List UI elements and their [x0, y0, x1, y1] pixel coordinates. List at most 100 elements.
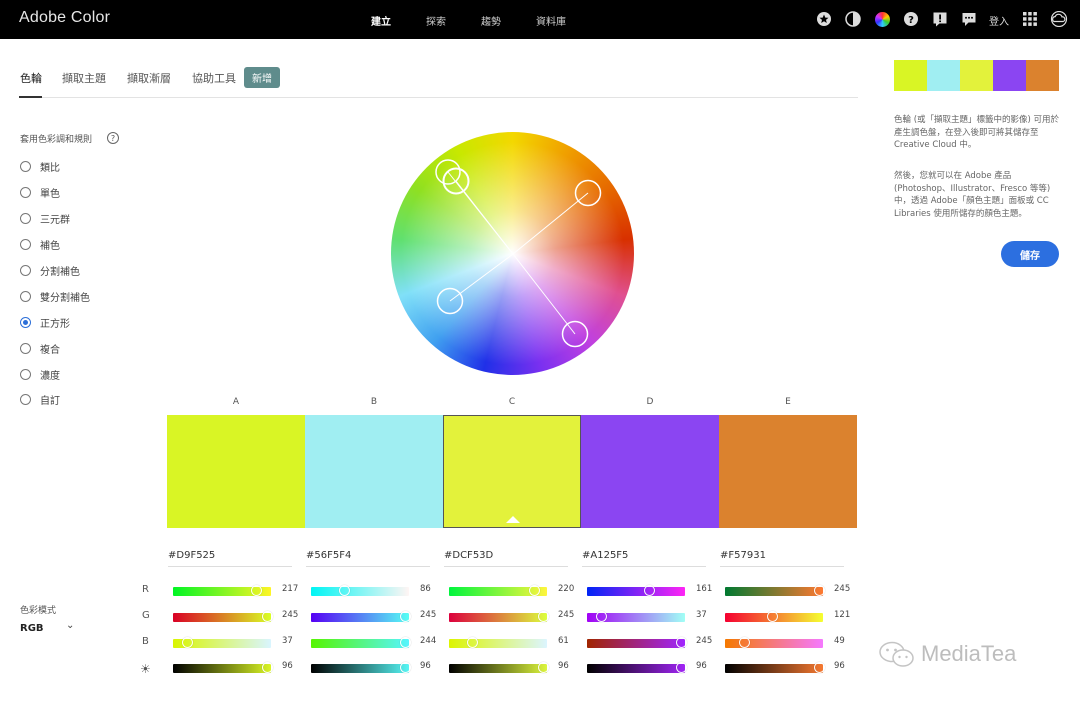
app-title[interactable]: Adobe Color — [19, 9, 110, 27]
slider-value-red-d[interactable]: 161 — [696, 584, 720, 594]
save-button[interactable]: 儲存 — [1001, 241, 1059, 267]
slider-value-brightness-c[interactable]: 96 — [558, 661, 582, 671]
slider-knob[interactable] — [339, 585, 351, 596]
chevron-down-icon[interactable]: ⌄ — [66, 620, 74, 631]
slider-value-red-e[interactable]: 245 — [834, 584, 858, 594]
rule-custom[interactable]: 自訂 — [20, 392, 60, 407]
slider-value-blue-c[interactable]: 61 — [558, 636, 582, 646]
rule-compound[interactable]: 複合 — [20, 341, 60, 356]
slider-red-d[interactable] — [587, 585, 685, 596]
signin-link[interactable]: 登入 — [989, 13, 1009, 28]
rule-square[interactable]: 正方形 — [20, 315, 70, 330]
swatch-a[interactable] — [167, 415, 305, 528]
hex-input-d[interactable]: #A125F5 — [582, 550, 706, 567]
rule-shades[interactable]: 濃度 — [20, 367, 60, 382]
slider-knob[interactable] — [538, 662, 550, 673]
star-icon[interactable] — [816, 11, 832, 27]
slider-green-c[interactable] — [449, 611, 550, 622]
slider-value-green-a[interactable]: 245 — [282, 610, 306, 620]
slider-knob[interactable] — [182, 637, 194, 648]
slider-value-red-b[interactable]: 86 — [420, 584, 444, 594]
slider-value-red-a[interactable]: 217 — [282, 584, 306, 594]
slider-knob[interactable] — [676, 637, 688, 648]
radio-icon[interactable] — [20, 290, 31, 302]
slider-value-brightness-e[interactable]: 96 — [834, 661, 858, 671]
slider-knob[interactable] — [814, 662, 826, 673]
nav-trends[interactable]: 趨勢 — [481, 13, 501, 28]
color-wheel-icon[interactable] — [874, 11, 890, 27]
slider-green-a[interactable] — [173, 611, 274, 622]
contrast-icon[interactable] — [845, 11, 861, 27]
slider-value-red-c[interactable]: 220 — [558, 584, 582, 594]
rule-double-split-complementary[interactable]: 雙分割補色 — [20, 289, 90, 304]
slider-knob[interactable] — [399, 637, 411, 648]
slider-value-blue-b[interactable]: 244 — [420, 636, 444, 646]
nav-library[interactable]: 資料庫 — [536, 13, 566, 28]
slider-red-e[interactable] — [725, 585, 826, 596]
hex-input-a[interactable]: #D9F525 — [168, 550, 292, 567]
slider-red-a[interactable] — [173, 585, 271, 596]
swatch-e[interactable] — [719, 415, 857, 528]
slider-knob[interactable] — [676, 662, 688, 673]
slider-brightness-a[interactable] — [173, 662, 274, 673]
slider-green-e[interactable] — [725, 611, 823, 622]
slider-knob[interactable] — [596, 611, 608, 622]
alert-icon[interactable] — [932, 11, 948, 27]
slider-knob[interactable] — [467, 637, 479, 648]
swatch-b[interactable] — [305, 415, 443, 528]
slider-green-b[interactable] — [311, 611, 412, 622]
rule-triad[interactable]: 三元群 — [20, 211, 70, 226]
slider-knob[interactable] — [738, 637, 750, 648]
tab-color-wheel[interactable]: 色輪 — [20, 70, 42, 86]
slider-value-brightness-d[interactable]: 96 — [696, 661, 720, 671]
slider-red-c[interactable] — [449, 585, 547, 596]
swatch-d[interactable] — [581, 415, 719, 528]
radio-icon[interactable] — [20, 238, 31, 250]
slider-brightness-b[interactable] — [311, 662, 412, 673]
slider-knob[interactable] — [262, 611, 274, 622]
slider-blue-c[interactable] — [449, 637, 547, 648]
slider-value-brightness-a[interactable]: 96 — [282, 661, 306, 671]
slider-knob[interactable] — [766, 611, 778, 622]
slider-value-blue-d[interactable]: 245 — [696, 636, 720, 646]
slider-value-green-d[interactable]: 37 — [696, 610, 720, 620]
slider-knob[interactable] — [262, 662, 274, 673]
slider-knob[interactable] — [251, 585, 263, 596]
slider-knob[interactable] — [400, 611, 412, 622]
rule-monochromatic[interactable]: 單色 — [20, 185, 60, 200]
radio-icon[interactable] — [20, 160, 31, 172]
slider-blue-a[interactable] — [173, 637, 271, 648]
radio-icon[interactable] — [20, 264, 31, 276]
radio-icon[interactable] — [20, 212, 31, 224]
help-circle-icon[interactable]: ? — [107, 132, 119, 144]
slider-knob[interactable] — [400, 662, 412, 673]
tab-accessibility-tools[interactable]: 協助工具 — [192, 70, 236, 86]
slider-knob[interactable] — [538, 611, 550, 622]
nav-create[interactable]: 建立 — [371, 13, 391, 28]
slider-value-blue-e[interactable]: 49 — [834, 636, 858, 646]
slider-brightness-c[interactable] — [449, 662, 550, 673]
slider-knob[interactable] — [814, 585, 826, 596]
slider-red-b[interactable] — [311, 585, 409, 596]
radio-icon[interactable] — [20, 368, 31, 380]
color-mode-select[interactable]: RGB — [20, 623, 44, 634]
slider-blue-d[interactable] — [587, 637, 688, 648]
radio-icon[interactable] — [20, 342, 31, 354]
slider-blue-e[interactable] — [725, 637, 823, 648]
radio-icon[interactable] — [20, 393, 31, 405]
apps-grid-icon[interactable] — [1022, 11, 1038, 27]
rule-analogous[interactable]: 類比 — [20, 159, 60, 174]
slider-value-green-e[interactable]: 121 — [834, 610, 858, 620]
slider-blue-b[interactable] — [311, 637, 411, 648]
help-icon[interactable]: ? — [903, 11, 919, 27]
slider-knob[interactable] — [643, 585, 655, 596]
slider-knob[interactable] — [528, 585, 540, 596]
chat-icon[interactable] — [961, 11, 977, 27]
hex-input-b[interactable]: #56F5F4 — [306, 550, 430, 567]
hex-input-c[interactable]: #DCF53D — [444, 550, 568, 567]
slider-brightness-e[interactable] — [725, 662, 826, 673]
swatch-c-base[interactable] — [443, 415, 581, 528]
new-button[interactable]: 新增 — [244, 67, 280, 88]
slider-green-d[interactable] — [587, 611, 685, 622]
radio-icon[interactable] — [20, 186, 31, 198]
